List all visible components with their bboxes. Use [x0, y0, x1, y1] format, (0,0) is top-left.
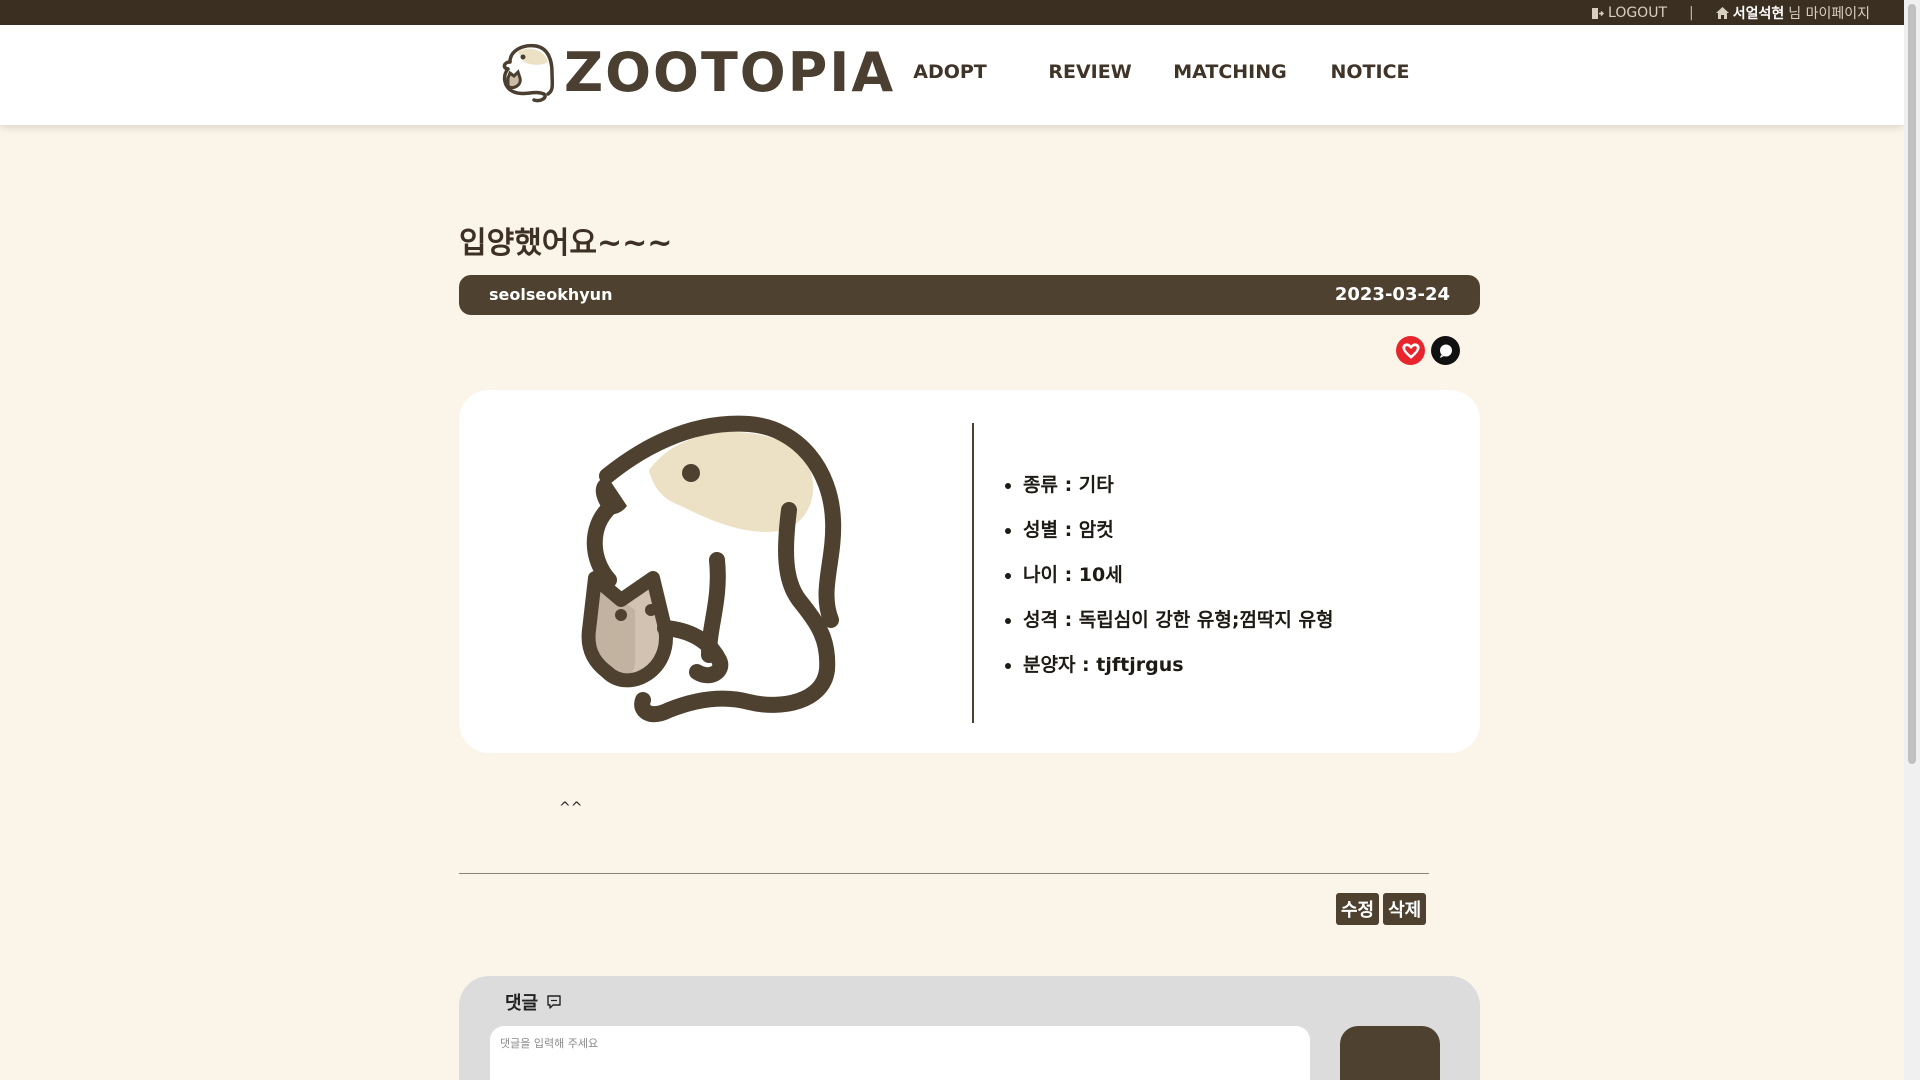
- delete-button[interactable]: 삭제: [1383, 893, 1427, 925]
- speech-bubble-icon: [1439, 344, 1452, 358]
- content-divider: [459, 873, 1429, 874]
- comment-input[interactable]: [490, 1026, 1310, 1080]
- detail-species: 종류 : 기타: [1023, 470, 1333, 497]
- card-divider: [972, 423, 974, 723]
- page-scrollbar[interactable]: [1904, 0, 1920, 1080]
- pet-details-list: 종류 : 기타 성별 : 암컷 나이 : 10세 성격 : 독립심이 강한 유형…: [1023, 470, 1333, 695]
- like-button[interactable]: [1396, 336, 1425, 365]
- logout-label: LOGOUT: [1608, 5, 1668, 21]
- mypage-link[interactable]: 서얼석현 님 마이페이지: [1715, 3, 1870, 23]
- comment-section: 댓글 등록: [459, 976, 1480, 1080]
- pet-image-placeholder-icon: [581, 415, 842, 723]
- detail-gender: 성별 : 암컷: [1023, 515, 1333, 542]
- logout-link[interactable]: LOGOUT: [1591, 5, 1667, 21]
- comment-header: 댓글: [505, 989, 562, 1015]
- logo-dog-cat-icon: [502, 43, 555, 102]
- logo-wordmark: ZOOTOPIA: [564, 41, 896, 104]
- username: 서얼석현: [1732, 6, 1785, 22]
- comment-submit-button[interactable]: 등록: [1340, 1026, 1440, 1080]
- post-actions: [1396, 336, 1460, 365]
- nav-review[interactable]: REVIEW: [1020, 61, 1160, 83]
- heart-icon: [1401, 342, 1420, 359]
- main-nav: ADOPT REVIEW MATCHING NOTICE: [880, 61, 1440, 83]
- separator: |: [1689, 5, 1694, 21]
- nav-adopt[interactable]: ADOPT: [880, 61, 1020, 83]
- detail-age: 나이 : 10세: [1023, 560, 1333, 587]
- detail-personality: 성격 : 독립심이 강한 유형;껌딱지 유형: [1023, 605, 1333, 632]
- comment-label: 댓글: [505, 993, 539, 1014]
- post-title: 입양했어요~~~: [459, 226, 673, 261]
- comment-icon: [547, 995, 561, 1009]
- site-header: ZOOTOPIA ADOPT REVIEW MATCHING NOTICE: [0, 25, 1904, 125]
- post-meta-bar: seolseokhyun 2023-03-24: [459, 275, 1480, 315]
- pet-info-card: 종류 : 기타 성별 : 암컷 나이 : 10세 성격 : 독립심이 강한 유형…: [459, 390, 1480, 753]
- post-body: ^^: [559, 800, 583, 816]
- post-date: 2023-03-24: [1334, 284, 1450, 305]
- logout-icon: [1592, 7, 1605, 19]
- top-utility-bar: LOGOUT | 서얼석현 님 마이페이지: [0, 0, 1904, 25]
- user-utility-links: LOGOUT | 서얼석현 님 마이페이지: [1591, 3, 1870, 23]
- post-author: seolseokhyun: [489, 285, 613, 304]
- post-edit-actions: 수정 삭제: [1336, 893, 1427, 925]
- mypage-label: 님 마이페이지: [1788, 6, 1870, 22]
- scrollbar-thumb[interactable]: [1908, 4, 1916, 764]
- nav-notice[interactable]: NOTICE: [1300, 61, 1440, 83]
- home-icon: [1715, 7, 1729, 19]
- nav-matching[interactable]: MATCHING: [1160, 61, 1300, 83]
- comment-count-button[interactable]: [1431, 336, 1460, 365]
- detail-adopter: 분양자 : tjftjrgus: [1023, 650, 1333, 677]
- site-logo[interactable]: ZOOTOPIA: [496, 41, 895, 104]
- edit-button[interactable]: 수정: [1336, 893, 1380, 925]
